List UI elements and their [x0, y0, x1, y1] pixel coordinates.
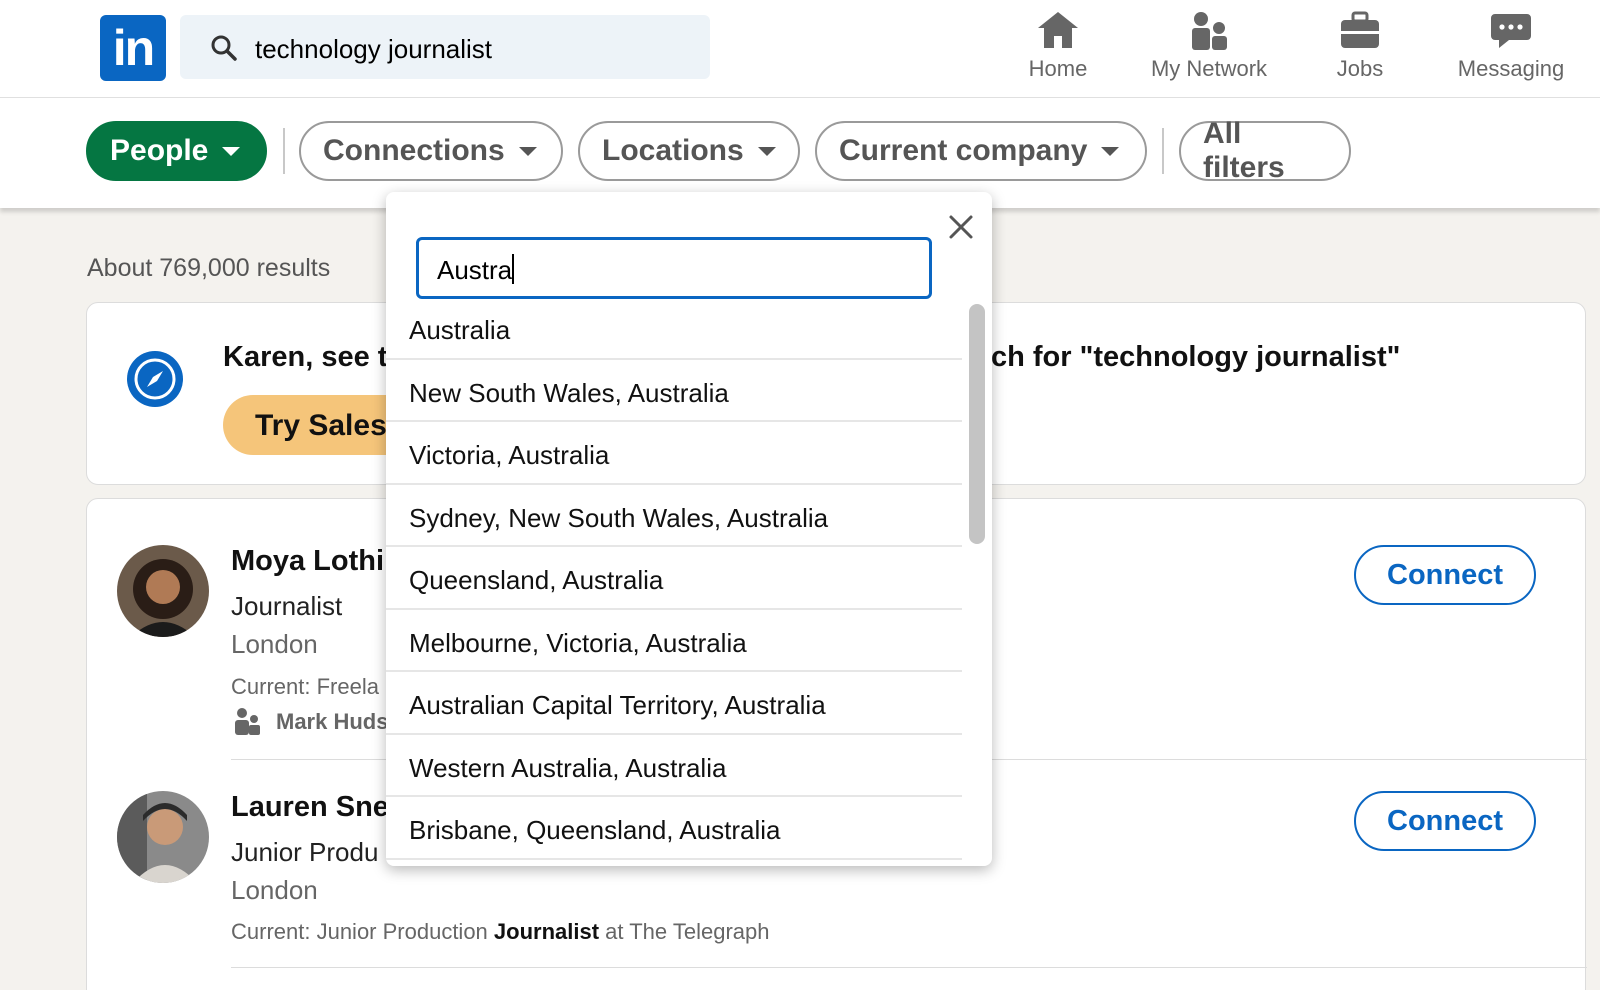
filter-divider [1162, 128, 1164, 174]
location-suggestions-list: Australia New South Wales, Australia Vic… [386, 297, 962, 860]
location-option[interactable]: Australia [386, 297, 962, 360]
caret-down-icon [222, 146, 241, 156]
current-position-keyword: Journalist [493, 919, 600, 944]
connections-filter-label: Connections [323, 134, 505, 167]
briefcase-icon [1341, 11, 1379, 48]
person-location: London [231, 629, 318, 659]
filter-divider [283, 128, 285, 174]
current-position-suffix: at The Telegraph [599, 919, 770, 944]
text-cursor [512, 254, 515, 284]
current-company-filter-pill[interactable]: Current company [815, 121, 1147, 181]
nav-home-label: Home [1028, 56, 1088, 81]
person-name[interactable]: Moya Lothi [231, 545, 384, 578]
compass-icon [127, 351, 183, 407]
current-position-prefix: Current: Junior Production [231, 919, 494, 944]
person-current-position: Current: Freela [231, 674, 379, 699]
caret-down-icon [757, 146, 776, 156]
promo-text-continued: ch for "technology journalist" [991, 341, 1401, 373]
mutual-connections-icon [235, 708, 260, 735]
nav-home[interactable]: Home [1025, 10, 1091, 82]
results-count: About 769,000 results [87, 254, 331, 282]
people-filter-label: People [110, 134, 209, 167]
location-option[interactable]: Victoria, Australia [386, 422, 962, 485]
home-icon [1038, 12, 1078, 48]
location-option[interactable]: Melbourne, Victoria, Australia [386, 610, 962, 672]
current-company-filter-label: Current company [839, 134, 1088, 167]
location-option[interactable]: Western Australia, Australia [386, 735, 962, 797]
person-title: Journalist [231, 591, 343, 621]
nav-my-network[interactable]: My Network [1144, 10, 1274, 82]
location-option[interactable]: Queensland, Australia [386, 547, 962, 610]
locations-dropdown: Austra Australia New South Wales, Austra… [386, 192, 992, 866]
nav-jobs[interactable]: Jobs [1330, 10, 1390, 82]
person-location: London [231, 875, 318, 905]
linkedin-logo[interactable]: in [100, 15, 166, 81]
person-name[interactable]: Lauren Sne [231, 791, 389, 824]
avatar[interactable] [117, 791, 209, 883]
person-title: Junior Produ [231, 837, 379, 867]
nav-my-network-label: My Network [1150, 56, 1268, 81]
search-icon [211, 35, 237, 61]
connect-button[interactable]: Connect [1354, 791, 1536, 851]
location-option[interactable]: New South Wales, Australia [386, 360, 962, 422]
people-filter-pill[interactable]: People [86, 121, 267, 181]
location-option[interactable]: Australian Capital Territory, Australia [386, 672, 962, 735]
location-input-value: Austra [437, 255, 513, 285]
result-divider [231, 967, 1587, 968]
search-input-value[interactable]: technology journalist [255, 34, 492, 65]
location-option[interactable]: Brisbane, Queensland, Australia [386, 797, 962, 860]
global-search-bar[interactable]: technology journalist [180, 15, 710, 79]
location-option[interactable]: Sydney, New South Wales, Australia [386, 485, 962, 547]
people-icon [1192, 12, 1227, 50]
all-filters-button[interactable]: All filters [1179, 117, 1351, 184]
close-icon[interactable] [946, 212, 976, 242]
caret-down-icon [518, 146, 537, 156]
messaging-icon [1491, 14, 1531, 48]
connect-button[interactable]: Connect [1354, 545, 1536, 605]
location-search-input[interactable]: Austra [416, 237, 932, 299]
connections-filter-pill[interactable]: Connections [299, 121, 563, 181]
promo-text: Karen, see t [223, 341, 388, 373]
mutual-connection-name[interactable]: Mark Huds [276, 709, 388, 735]
caret-down-icon [1101, 146, 1120, 156]
avatar[interactable] [117, 545, 209, 637]
locations-filter-pill[interactable]: Locations [578, 121, 800, 181]
nav-messaging[interactable]: Messaging [1452, 10, 1570, 82]
nav-jobs-label: Jobs [1336, 56, 1384, 81]
all-filters-label: All filters [1203, 117, 1285, 184]
dropdown-scrollbar[interactable] [969, 304, 985, 544]
nav-messaging-label: Messaging [1457, 56, 1565, 81]
locations-filter-label: Locations [602, 134, 744, 167]
top-nav: in technology journalist Home My Network… [0, 0, 1600, 98]
person-current-position: Current: Junior Production Journalist at… [231, 919, 769, 945]
